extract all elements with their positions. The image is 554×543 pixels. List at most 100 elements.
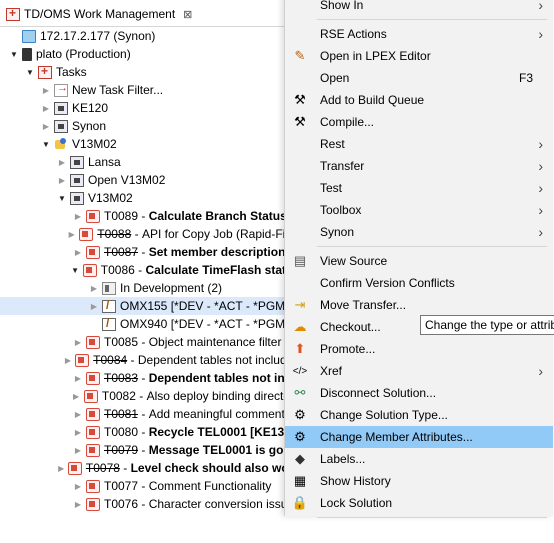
tree-row[interactable]: ▶ KE120 (0, 99, 300, 117)
tree-row[interactable]: ▶ In Development (2) (0, 279, 300, 297)
expand-icon[interactable]: ▶ (56, 176, 68, 185)
tree-row[interactable]: ▶ Open V13M02 (0, 171, 300, 189)
tree-row[interactable]: ▶ Lansa (0, 153, 300, 171)
tree-row[interactable]: ▶ New Task Filter... (0, 81, 300, 99)
tree-row[interactable]: ▶ T0085 - Object maintenance filter (0, 333, 300, 351)
menu-item-show-in[interactable]: Show In › (285, 0, 553, 16)
collapse-icon[interactable]: ▼ (69, 266, 81, 275)
expand-icon[interactable]: ▶ (72, 338, 84, 347)
collapse-icon[interactable]: ▼ (8, 50, 20, 59)
tree-row[interactable]: ▶ T0076 - Character conversion issue (0, 495, 300, 513)
menu-item-label: Open in LPEX Editor (320, 49, 431, 63)
collapse-icon[interactable]: ▼ (40, 140, 52, 149)
menu-item-disconnect-solution[interactable]: ⚯ Disconnect Solution... (285, 382, 553, 404)
menu-item-toolbox[interactable]: Toolbox › (285, 199, 553, 221)
expand-icon[interactable]: ▶ (72, 446, 84, 455)
tree-row[interactable]: ▶ T0078 - Level check should also work (0, 459, 300, 477)
expand-icon[interactable]: ▶ (72, 212, 84, 221)
menu-item-change-solution-type[interactable]: ⚙ Change Solution Type... (285, 404, 553, 426)
close-icon[interactable]: ⊠ (183, 8, 192, 21)
expand-icon[interactable]: ▶ (72, 410, 84, 419)
expand-icon[interactable]: ▶ (40, 122, 52, 131)
task-icon (86, 443, 100, 457)
menu-item-rest[interactable]: Rest › (285, 133, 553, 155)
task-separator: - (138, 335, 149, 349)
view-tab[interactable]: TD/OMS Work Management ⊠ (0, 0, 300, 27)
system-icon (70, 155, 84, 169)
tree-row[interactable]: ▶ T0087 - Set member description (0, 243, 300, 261)
menu-item-add-to-build-queue[interactable]: ⚒ Add to Build Queue (285, 89, 553, 111)
tree-row[interactable]: ▶ T0083 - Dependent tables not in (0, 369, 300, 387)
tree-row[interactable]: ▶ T0080 - Recycle TEL0001 [KE130] (0, 423, 300, 441)
tab-title-area[interactable]: TD/OMS Work Management ⊠ (6, 4, 192, 24)
menu-item-confirm-version-conflicts[interactable]: Confirm Version Conflicts (285, 272, 553, 294)
lock-icon: 🔒 (291, 495, 309, 510)
tree-row[interactable]: 172.17.2.177 (Synon) (0, 27, 300, 45)
menu-item-label: Checkout... (320, 320, 381, 334)
tree-item-label: Calculate TimeFlash status (145, 263, 301, 277)
tree-row[interactable]: ▶ T0084 - Dependent tables not included (0, 351, 300, 369)
menu-item-rse-actions[interactable]: RSE Actions › (285, 23, 553, 45)
menu-item-view-source[interactable]: ▤ View Source (285, 250, 553, 272)
expand-icon[interactable]: ▶ (88, 284, 100, 293)
menu-item-xref[interactable]: </> Xref › (285, 360, 553, 382)
expand-icon[interactable]: ▶ (72, 500, 84, 509)
tree-row[interactable]: ▼ V13M02 (0, 135, 300, 153)
tree-row[interactable]: ▼ plato (Production) (0, 45, 300, 63)
tree-row[interactable]: ▶ T0081 - Add meaningful comments (0, 405, 300, 423)
collapse-icon[interactable]: ▼ (24, 68, 36, 77)
task-separator: - (131, 227, 142, 241)
tree-row[interactable]: ▶ Synon (0, 117, 300, 135)
expand-icon[interactable]: ▶ (56, 158, 68, 167)
wrench-icon: ⚒ (294, 114, 306, 129)
tree-row[interactable]: ▶ T0077 - Comment Functionality (0, 477, 300, 495)
menu-item-lock-solution[interactable]: 🔒 Lock Solution (285, 492, 553, 514)
collapse-icon[interactable]: ▼ (56, 194, 68, 203)
expand-icon[interactable]: ▶ (72, 374, 84, 383)
expand-icon[interactable]: ▶ (72, 482, 84, 491)
task-separator: - (138, 497, 149, 511)
menu-item-labels[interactable]: ◆ Labels... (285, 448, 553, 470)
expand-icon[interactable]: ▶ (72, 248, 84, 257)
expand-icon[interactable]: ▶ (63, 356, 73, 365)
menu-item-synon[interactable]: Synon › (285, 221, 553, 243)
menu-item-move-transfer[interactable]: ⇥ Move Transfer... (285, 294, 553, 316)
tree-item-label: Set member description (148, 245, 286, 259)
menu-item-compile[interactable]: ⚒ Compile... (285, 111, 553, 133)
expand-icon[interactable]: ▶ (56, 464, 65, 473)
menu-item-label: Move Transfer... (320, 298, 407, 312)
tree-row[interactable]: ▶ OMX155 [*DEV - *ACT - *PGM] (0, 297, 300, 315)
task-icon (86, 245, 100, 259)
menu-item-transfer[interactable]: Transfer › (285, 155, 553, 177)
menu-item-blank[interactable] (285, 521, 553, 543)
menu-item-open-in-lpex-editor[interactable]: ✎ Open in LPEX Editor (285, 45, 553, 67)
menu-item-show-history[interactable]: ▦ Show History (285, 470, 553, 492)
tree-item-label: Dependent tables not in (148, 371, 285, 385)
expand-icon[interactable]: ▶ (66, 230, 77, 239)
system-icon (70, 191, 84, 205)
tree-row[interactable]: ▼ Tasks (0, 63, 300, 81)
tree-row[interactable]: ▶ T0089 - Calculate Branch Status (0, 207, 300, 225)
task-number: T0089 (104, 209, 139, 223)
context-menu: Show In › RSE Actions › ✎ Open in LPEX Editor… (284, 0, 553, 518)
menu-item-test[interactable]: Test › (285, 177, 553, 199)
task-icon (79, 227, 94, 241)
tree-row[interactable]: ▶ T0088 - API for Copy Job (Rapid-Fire) (0, 225, 300, 243)
tree-row[interactable]: ▼ T0086 - Calculate TimeFlash status (0, 261, 300, 279)
menu-item-label: Add to Build Queue (320, 93, 425, 107)
tree-row[interactable]: ▶ T0079 - Message TEL0001 is gone (0, 441, 300, 459)
tree-row[interactable]: ▶ T0082 - Also deploy binding directory (0, 387, 300, 405)
menu-item-open[interactable]: Open F3 (285, 67, 553, 89)
menu-item-label: Transfer (320, 159, 365, 173)
task-icon (82, 263, 97, 277)
menu-item-promote[interactable]: ⬆ Promote... (285, 338, 553, 360)
expand-icon[interactable]: ▶ (72, 428, 84, 437)
menu-item-change-member-attributes[interactable]: ⚙ Change Member Attributes... (285, 426, 553, 448)
expand-icon[interactable]: ▶ (40, 86, 52, 95)
expand-icon[interactable]: ▶ (70, 392, 82, 401)
expand-icon[interactable]: ▶ (40, 104, 52, 113)
expand-icon[interactable]: ▶ (88, 302, 100, 311)
tree-row[interactable]: OMX940 [*DEV - *ACT - *PGM] (0, 315, 300, 333)
tree-row[interactable]: ▼ V13M02 (0, 189, 300, 207)
settings-icon: ⚙ (294, 429, 306, 444)
